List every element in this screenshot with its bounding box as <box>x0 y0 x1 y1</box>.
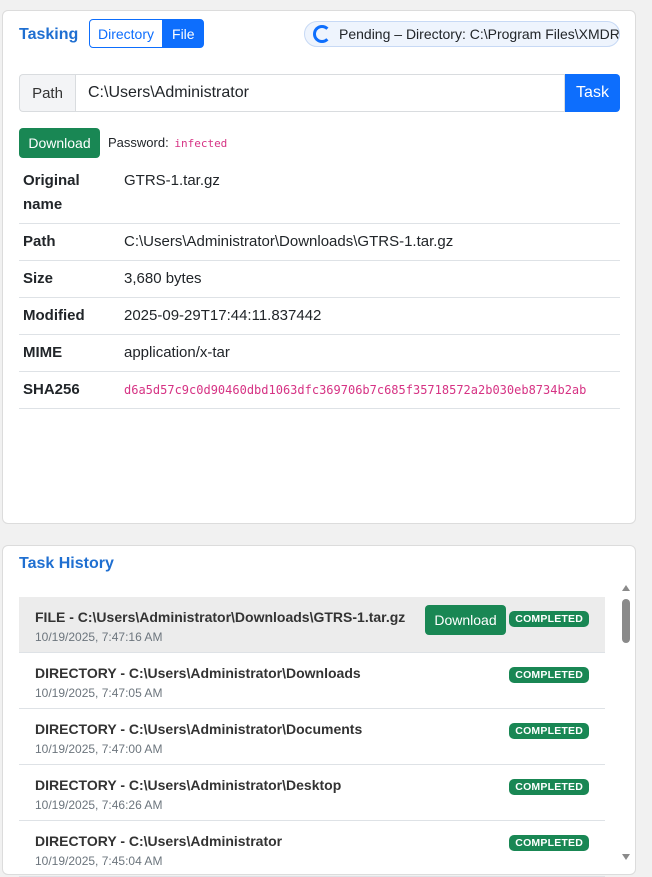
task-time: 10/19/2025, 7:47:00 AM <box>35 742 163 756</box>
scrollbar-thumb[interactable] <box>622 599 630 643</box>
task-history-title: Task History <box>19 555 114 572</box>
task-title: DIRECTORY - C:\Users\Administrator\Deskt… <box>35 777 342 793</box>
pending-status-pill: Pending – Directory: C:\Program Files\XM… <box>304 21 620 47</box>
status-badge: COMPLETED <box>509 779 589 795</box>
meta-key: Size <box>19 260 120 298</box>
task-time: 10/19/2025, 7:46:26 AM <box>35 798 163 812</box>
task-history-list: FILE - C:\Users\Administrator\Downloads\… <box>19 597 605 877</box>
status-badge: COMPLETED <box>509 667 589 683</box>
meta-row-modified: Modified 2025-09-29T17:44:11.837442 <box>19 297 620 335</box>
path-input[interactable] <box>75 74 565 112</box>
scroll-down-arrow-icon[interactable] <box>622 854 630 860</box>
history-scrollbar[interactable] <box>620 585 632 860</box>
sha256-hash: d6a5d57c9c0d90460dbd1063dfc369706b7c685f… <box>124 383 587 397</box>
list-item[interactable]: DIRECTORY - C:\Users\Administrator\Downl… <box>19 653 605 709</box>
task-time: 10/19/2025, 7:47:16 AM <box>35 630 163 644</box>
mode-toggle: Directory File <box>89 19 204 48</box>
password-value: infected <box>174 137 228 150</box>
path-input-group: Path Task <box>19 74 620 112</box>
meta-row-sha256: SHA256 d6a5d57c9c0d90460dbd1063dfc369706… <box>19 371 620 409</box>
mode-file-button[interactable]: File <box>163 19 204 48</box>
meta-key: Path <box>19 223 120 261</box>
meta-row-mime: MIME application/x-tar <box>19 334 620 372</box>
task-title: FILE - C:\Users\Administrator\Downloads\… <box>35 609 406 625</box>
mode-directory-button[interactable]: Directory <box>89 19 164 48</box>
meta-key: Original name <box>19 167 120 224</box>
task-button[interactable]: Task <box>565 74 620 112</box>
task-title: DIRECTORY - C:\Users\Administrator\Docum… <box>35 721 363 737</box>
meta-key: MIME <box>19 334 120 372</box>
task-title: DIRECTORY - C:\Users\Administrator\Downl… <box>35 665 361 681</box>
meta-value: d6a5d57c9c0d90460dbd1063dfc369706b7c685f… <box>120 371 620 409</box>
meta-value: C:\Users\Administrator\Downloads\GTRS-1.… <box>120 223 620 261</box>
password-label: Password: <box>108 135 169 150</box>
scroll-up-arrow-icon[interactable] <box>622 585 630 591</box>
list-item[interactable]: DIRECTORY - C:\Users\Administrator\Docum… <box>19 709 605 765</box>
task-time: 10/19/2025, 7:45:04 AM <box>35 854 163 868</box>
spinner-icon <box>313 25 331 43</box>
meta-row-original-name: Original name GTRS-1.tar.gz <box>19 167 620 224</box>
path-label: Path <box>19 74 75 112</box>
task-history-card: Task History FILE - C:\Users\Administrat… <box>2 545 636 877</box>
meta-row-size: Size 3,680 bytes <box>19 260 620 298</box>
meta-row-path: Path C:\Users\Administrator\Downloads\GT… <box>19 223 620 261</box>
file-metadata-table: Original name GTRS-1.tar.gz Path C:\User… <box>19 167 620 409</box>
list-item[interactable]: FILE - C:\Users\Administrator\Downloads\… <box>19 597 605 653</box>
meta-value: GTRS-1.tar.gz <box>120 167 620 224</box>
list-item[interactable]: DIRECTORY - C:\Users\Administrator 10/19… <box>19 821 605 877</box>
status-badge: COMPLETED <box>509 723 589 739</box>
pending-status-text: Pending – Directory: C:\Program Files\XM… <box>339 26 620 42</box>
meta-value: 2025-09-29T17:44:11.837442 <box>120 297 620 335</box>
download-button[interactable]: Download <box>19 128 100 158</box>
list-item[interactable]: DIRECTORY - C:\Users\Administrator\Deskt… <box>19 765 605 821</box>
tasking-card: Tasking Directory File Pending – Directo… <box>2 10 636 524</box>
status-badge: COMPLETED <box>509 611 589 627</box>
meta-value: application/x-tar <box>120 334 620 372</box>
meta-key: SHA256 <box>19 371 120 409</box>
tasking-title: Tasking <box>19 26 79 43</box>
password-hint: Password: infected <box>108 135 227 150</box>
meta-key: Modified <box>19 297 120 335</box>
status-badge: COMPLETED <box>509 835 589 851</box>
task-title: DIRECTORY - C:\Users\Administrator <box>35 833 283 849</box>
task-time: 10/19/2025, 7:47:05 AM <box>35 686 163 700</box>
history-download-button[interactable]: Download <box>425 605 506 635</box>
meta-value: 3,680 bytes <box>120 260 620 298</box>
